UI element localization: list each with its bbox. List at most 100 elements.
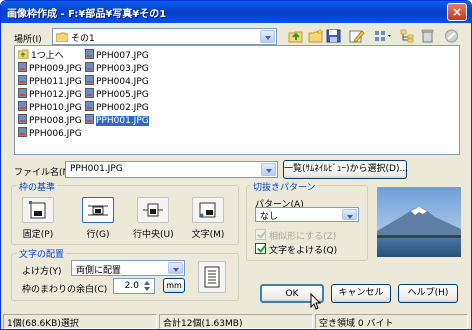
character-anchor-icon [199, 202, 216, 218]
file-item[interactable]: PPH006.JPG [18, 127, 82, 139]
frame-character-label: 文字(M) [191, 230, 225, 240]
file-item-selected[interactable]: PPH001.JPG [85, 114, 149, 126]
margin-label: 枠のまわりの余白(C) [22, 285, 108, 295]
unit-button[interactable]: mm [163, 278, 185, 293]
location-dropdown-arrow[interactable] [260, 30, 275, 43]
location-value: その1 [71, 34, 95, 44]
tree-view-icon[interactable] [399, 28, 416, 44]
file-name: PPH006.JPG [29, 129, 82, 139]
margin-spinner[interactable]: 2.0 [113, 278, 155, 294]
status-free-space: 空き領域 0 バイト [319, 319, 394, 329]
folder-up-icon [17, 49, 29, 60]
crop-pattern-title: 切抜きパターン [251, 180, 318, 193]
status-total: 合計12個(1.63MB) [163, 319, 243, 329]
wrap-value: 両側に配置 [76, 266, 122, 276]
avoid-text-label: 文字をよける(Q) [269, 246, 338, 256]
avoid-text-checkbox[interactable] [255, 243, 266, 254]
filename-combo[interactable]: PPH001.JPG [65, 161, 278, 178]
pattern-dropdown-arrow[interactable] [342, 209, 357, 220]
file-item[interactable]: PPH007.JPG [85, 49, 149, 61]
pattern-value: なし [260, 212, 279, 222]
spinner-arrows-icon[interactable] [141, 280, 153, 292]
status-bar: 1個(68.6KB)選択 合計12個(1.63MB) 空き領域 0 バイト [1, 313, 471, 329]
file-item[interactable]: PPH009.JPG [18, 62, 82, 74]
jpg-file-icon [18, 75, 27, 85]
view-menu-icon[interactable] [373, 28, 395, 44]
save-icon[interactable] [325, 28, 342, 44]
file-name: PPH012.JPG [29, 90, 82, 100]
mouse-cursor-icon [310, 293, 322, 310]
location-combo[interactable]: その1 [52, 28, 277, 45]
new-folder-icon[interactable] [307, 28, 324, 44]
frame-fixed-button[interactable] [22, 197, 54, 223]
file-item[interactable]: PPH004.JPG [85, 75, 149, 87]
file-name: PPH004.JPG [96, 77, 149, 87]
frame-line-center-label: 行中央(U) [133, 230, 174, 240]
jpg-file-icon [85, 62, 94, 72]
margin-value: 2.0 [124, 281, 139, 291]
frame-line-label: 行(G) [86, 230, 110, 240]
stop-icon[interactable] [443, 28, 460, 44]
wrap-combo[interactable]: 両側に配置 [71, 260, 185, 276]
similar-shape-label: 相似形にする(Z) [269, 232, 337, 242]
image-preview [377, 187, 461, 257]
jpg-file-icon [18, 88, 27, 98]
wrap-label: よけ方(Y) [22, 267, 62, 277]
close-button[interactable]: × [447, 3, 467, 21]
frame-line-center-button[interactable] [137, 197, 169, 223]
delete-icon[interactable] [419, 28, 436, 44]
file-name: PPH011.JPG [29, 77, 82, 87]
jpg-file-icon [85, 88, 94, 98]
up-folder-icon[interactable] [287, 28, 304, 44]
up-one-level-label: 1つ上へ [31, 51, 64, 61]
file-name: PPH009.JPG [29, 64, 82, 74]
frame-character-button[interactable] [192, 197, 224, 223]
file-item[interactable]: PPH010.JPG [18, 101, 82, 113]
filename-label: ファイル名(N) [14, 168, 73, 178]
line-center-anchor-icon [143, 203, 163, 217]
line-anchor-icon [88, 205, 108, 216]
file-item[interactable]: PPH011.JPG [18, 75, 82, 87]
similar-shape-checkbox[interactable] [255, 229, 266, 240]
jpg-file-icon [85, 101, 94, 111]
jpg-file-icon [85, 49, 94, 59]
file-name: PPH005.JPG [96, 90, 149, 100]
jpg-file-icon [85, 114, 94, 124]
window-title: 画像枠作成 - F:¥部品¥写真¥その1 [7, 9, 167, 20]
file-name: PPH010.JPG [29, 103, 82, 113]
status-selection-cell: 1個(68.6KB)選択 [3, 314, 157, 329]
file-item[interactable]: PPH003.JPG [85, 62, 149, 74]
file-item[interactable]: PPH002.JPG [85, 101, 149, 113]
file-name: PPH002.JPG [96, 103, 149, 113]
image-frame-dialog: 画像枠作成 - F:¥部品¥写真¥その1 × 場所(I) その1 1つ上へ PP… [0, 0, 472, 330]
jpg-file-icon [85, 75, 94, 85]
file-item[interactable]: PPH012.JPG [18, 88, 82, 100]
frame-fixed-label: 固定(P) [22, 230, 54, 240]
fixed-anchor-icon [29, 201, 46, 219]
up-one-level-item[interactable]: 1つ上へ [17, 49, 64, 61]
frame-line-button[interactable] [82, 197, 114, 223]
cancel-button[interactable]: キャンセル [331, 284, 391, 303]
filename-value: PPH001.JPG [70, 164, 123, 174]
thumbnail-select-button[interactable]: 一覧(ｻﾑﾈｲﾙﾋﾞｭｰ)から選択(D)... [283, 160, 408, 179]
wrap-preview [198, 261, 226, 293]
edit-icon[interactable] [348, 28, 365, 44]
file-name: PPH001.JPG [96, 116, 149, 126]
jpg-file-icon [18, 62, 27, 72]
file-item[interactable]: PPH005.JPG [85, 88, 149, 100]
folder-icon [56, 32, 68, 42]
help-button[interactable]: ヘルプ(H) [398, 284, 458, 303]
file-item[interactable]: PPH008.JPG [18, 114, 82, 126]
frame-base-title: 枠の基準 [17, 180, 58, 193]
pattern-combo[interactable]: なし [255, 207, 359, 222]
file-name: PPH003.JPG [96, 64, 149, 74]
filename-dropdown-arrow[interactable] [261, 163, 276, 176]
location-label: 場所(I) [14, 35, 42, 45]
status-total-cell: 合計12個(1.63MB) [159, 314, 313, 329]
wrap-dropdown-arrow[interactable] [168, 262, 183, 274]
jpg-file-icon [18, 101, 27, 111]
file-name: PPH007.JPG [96, 51, 149, 61]
title-bar[interactable]: 画像枠作成 - F:¥部品¥写真¥その1 × [1, 1, 471, 23]
file-list[interactable]: 1つ上へ PPH009.JPG PPH011.JPG PPH012.JPG PP… [14, 45, 460, 155]
text-layout-title: 文字の配置 [17, 247, 67, 260]
